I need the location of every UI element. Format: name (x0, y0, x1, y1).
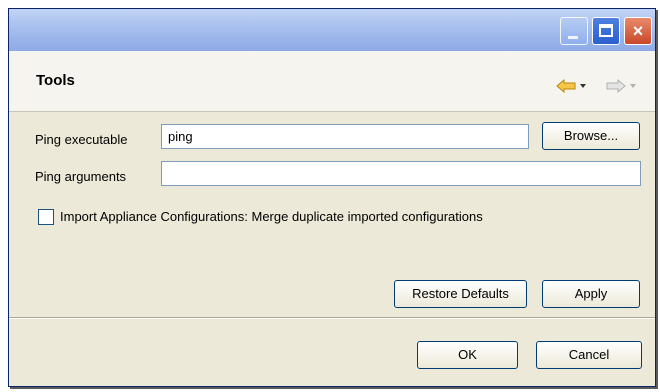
back-dropdown-icon[interactable] (579, 79, 587, 93)
forward-arrow-icon[interactable] (606, 79, 626, 93)
ping-executable-label: Ping executable (35, 132, 128, 147)
ok-button[interactable]: OK (417, 341, 518, 369)
close-button[interactable]: × (624, 17, 652, 45)
forward-dropdown-icon[interactable] (629, 79, 637, 93)
merge-duplicates-checkbox[interactable] (38, 209, 54, 225)
ping-executable-input[interactable]: ping (161, 124, 529, 149)
preferences-dialog: × Tools Ping executable ping Browse... P… (8, 8, 656, 387)
ping-arguments-label: Ping arguments (35, 169, 127, 184)
ping-arguments-input[interactable] (161, 161, 641, 186)
page-title: Tools (36, 72, 75, 89)
minimize-button[interactable] (560, 17, 588, 45)
cancel-button[interactable]: Cancel (536, 341, 642, 369)
maximize-button[interactable] (592, 17, 620, 45)
restore-defaults-button[interactable]: Restore Defaults (394, 280, 527, 308)
close-icon: × (632, 21, 644, 41)
merge-duplicates-label[interactable]: Import Appliance Configurations: Merge d… (60, 209, 483, 224)
title-bar[interactable]: × (9, 9, 655, 51)
page-header: Tools (9, 51, 655, 112)
back-arrow-icon[interactable] (556, 79, 576, 93)
browse-button[interactable]: Browse... (542, 122, 640, 150)
apply-button[interactable]: Apply (542, 280, 640, 308)
footer-divider (9, 317, 655, 319)
